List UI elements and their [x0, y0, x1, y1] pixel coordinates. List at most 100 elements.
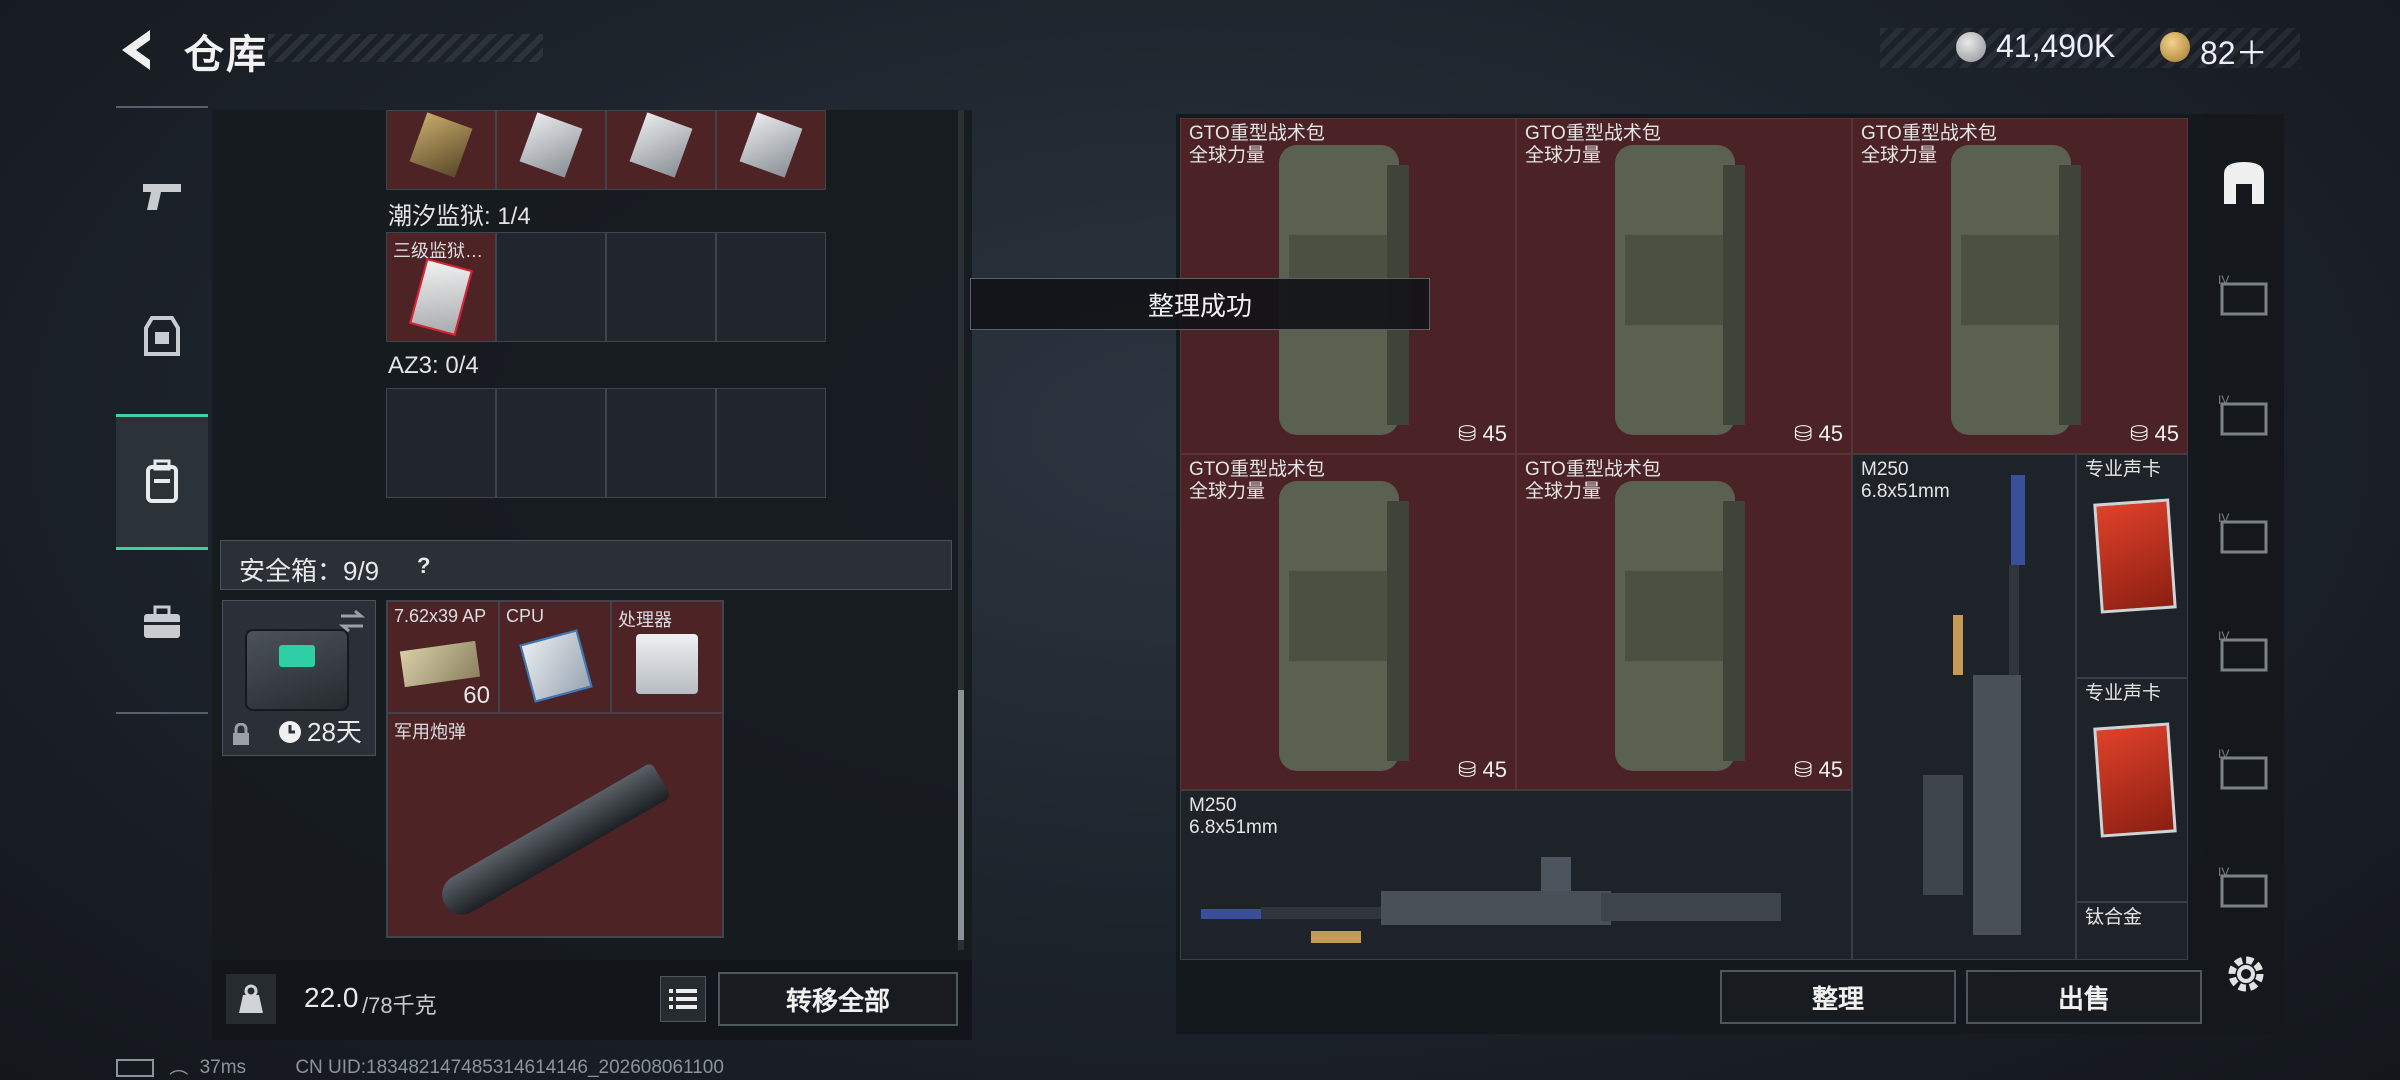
tide-prison-grid: 三级监狱…: [386, 232, 826, 342]
rifle-image: [1923, 475, 2025, 935]
item-name: 三级监狱…: [393, 241, 483, 261]
item-name: 军用炮弹: [394, 722, 466, 742]
item-slot-processor[interactable]: 处理器: [611, 601, 723, 713]
lock-icon: [233, 723, 249, 745]
uid-text: CN UID:18348214748531461414​6_2026080611…: [295, 1057, 724, 1078]
settings-button[interactable]: [2222, 950, 2270, 998]
sell-button[interactable]: 出售: [1966, 970, 2202, 1024]
empty-slot[interactable]: [496, 232, 606, 342]
card-tab-icon: IV: [2218, 865, 2268, 908]
item-slot-ammo[interactable]: 7.62x39 AP 60: [387, 601, 499, 713]
ping-value: 37ms: [199, 1057, 247, 1078]
pistol-icon: [143, 184, 181, 210]
nav-backpack[interactable]: [116, 414, 208, 550]
stash-home-icon: [2224, 162, 2264, 204]
item-name: 7.62x39 AP: [394, 606, 487, 626]
safebox-header: 安全箱：9/9 ?: [220, 540, 952, 590]
page-title: 仓库: [184, 33, 268, 77]
item-slot[interactable]: 三级监狱…: [386, 232, 496, 342]
card-tab-icon: IV: [2218, 273, 2268, 316]
empty-slot[interactable]: [716, 232, 826, 342]
sort-button[interactable]: 整理: [1720, 970, 1956, 1024]
sound-card-item[interactable]: 专业声卡: [2076, 678, 2188, 902]
stash-tab-4d[interactable]: IV: [2212, 620, 2276, 684]
rifle-image: [1201, 857, 1781, 943]
bag-item[interactable]: GTO重型战术包 全球力量 ⛁ 45: [1180, 454, 1516, 790]
bag-item[interactable]: GTO重型战术包 全球力量 ⛁ 45: [1852, 118, 2188, 454]
list-view-button[interactable]: [660, 976, 706, 1022]
backpack-image: [1951, 145, 2081, 435]
money-coin-icon: [1956, 32, 1986, 62]
svg-text:IV: IV: [2218, 629, 2229, 643]
item-slot-cpu[interactable]: CPU: [499, 601, 611, 713]
bag-item[interactable]: GTO重型战术包 全球力量 ⛁ 45: [1516, 118, 1852, 454]
weight-current: 22.0: [304, 982, 359, 1013]
safebox-grid: 7.62x39 AP 60 CPU 处理器 军用炮弹: [386, 600, 724, 938]
backpack-image: [1279, 481, 1409, 771]
stash-tab-4c[interactable]: IV: [2212, 502, 2276, 566]
swap-icon[interactable]: [337, 609, 367, 633]
item-weight: ⛁ 45: [2129, 421, 2179, 446]
nav-weapons[interactable]: [116, 128, 208, 264]
coupon-amount[interactable]: 82＋: [2200, 28, 2268, 74]
stash-tab-4a[interactable]: IV: [2212, 264, 2276, 328]
az3-label: AZ3: 0/4: [388, 352, 479, 379]
transfer-all-button[interactable]: 转移全部: [718, 972, 958, 1026]
toast-message: 整理成功: [970, 278, 1430, 330]
stash-tab-4e[interactable]: IV: [2212, 738, 2276, 802]
empty-slot[interactable]: [606, 232, 716, 342]
empty-slot[interactable]: [606, 388, 716, 498]
safebox-item[interactable]: 28天: [222, 600, 376, 756]
svg-text:IV: IV: [2218, 747, 2229, 761]
nav-armor[interactable]: [116, 268, 208, 404]
clock-icon: [279, 721, 301, 743]
backpack-icon: [146, 459, 178, 503]
svg-text:IV: IV: [2218, 393, 2229, 407]
item-slot[interactable]: [386, 110, 496, 190]
titanium-item[interactable]: 钛合金: [2076, 902, 2188, 960]
weight-max: /78千克: [362, 993, 437, 1018]
safebox-label: 安全箱：9/9: [239, 556, 380, 586]
card-tab-icon: IV: [2218, 511, 2268, 554]
item-slot[interactable]: [496, 110, 606, 190]
item-name: 专业声卡: [2085, 459, 2162, 480]
stash-tab-4f[interactable]: IV: [2212, 856, 2276, 920]
wifi-icon: ︵: [169, 1057, 189, 1078]
back-arrow-icon[interactable]: [112, 24, 160, 76]
stash-tabs: IV IV IV IV IV IV: [2204, 114, 2284, 964]
help-icon[interactable]: ?: [417, 553, 430, 579]
backpack-image: [1615, 145, 1745, 435]
money-amount[interactable]: 41,490K: [1996, 28, 2115, 65]
item-slot-shell[interactable]: 军用炮弹: [387, 713, 723, 937]
card-tab-icon: IV: [2218, 393, 2268, 436]
briefcase-icon: [144, 605, 180, 638]
empty-slot[interactable]: [716, 388, 826, 498]
coupon-coin-icon: [2160, 32, 2190, 62]
left-scrollbar[interactable]: [958, 110, 964, 950]
stash-tab-home[interactable]: [2212, 150, 2276, 214]
rifle-item-vertical[interactable]: M250 6.8x51mm: [1852, 454, 2076, 960]
item-name: 处理器: [618, 610, 672, 630]
item-slot[interactable]: [606, 110, 716, 190]
empty-slot[interactable]: [496, 388, 606, 498]
gear-icon: [2228, 956, 2264, 992]
item-weight: ⛁ 45: [1793, 757, 1843, 782]
empty-slot[interactable]: [386, 388, 496, 498]
az3-grid: [386, 388, 826, 498]
battery-icon: [116, 1058, 154, 1077]
stash-tab-4b[interactable]: IV: [2212, 384, 2276, 448]
bag-item[interactable]: GTO重型战术包 全球力量 ⛁ 45: [1516, 454, 1852, 790]
category-nav: [116, 106, 208, 714]
item-weight: ⛁ 45: [1793, 421, 1843, 446]
card-row: [386, 110, 826, 190]
card-tab-icon: IV: [2218, 629, 2268, 672]
rifle-item-horizontal[interactable]: M250 6.8x51mm: [1180, 790, 1852, 960]
nav-case[interactable]: [116, 554, 208, 690]
item-slot[interactable]: [716, 110, 826, 190]
sound-card-image: [2093, 722, 2177, 838]
backpack-image: [1615, 481, 1745, 771]
item-count: 60: [463, 682, 490, 709]
sound-card-item[interactable]: 专业声卡: [2076, 454, 2188, 678]
card-tab-icon: IV: [2218, 747, 2268, 790]
svg-text:IV: IV: [2218, 865, 2229, 879]
